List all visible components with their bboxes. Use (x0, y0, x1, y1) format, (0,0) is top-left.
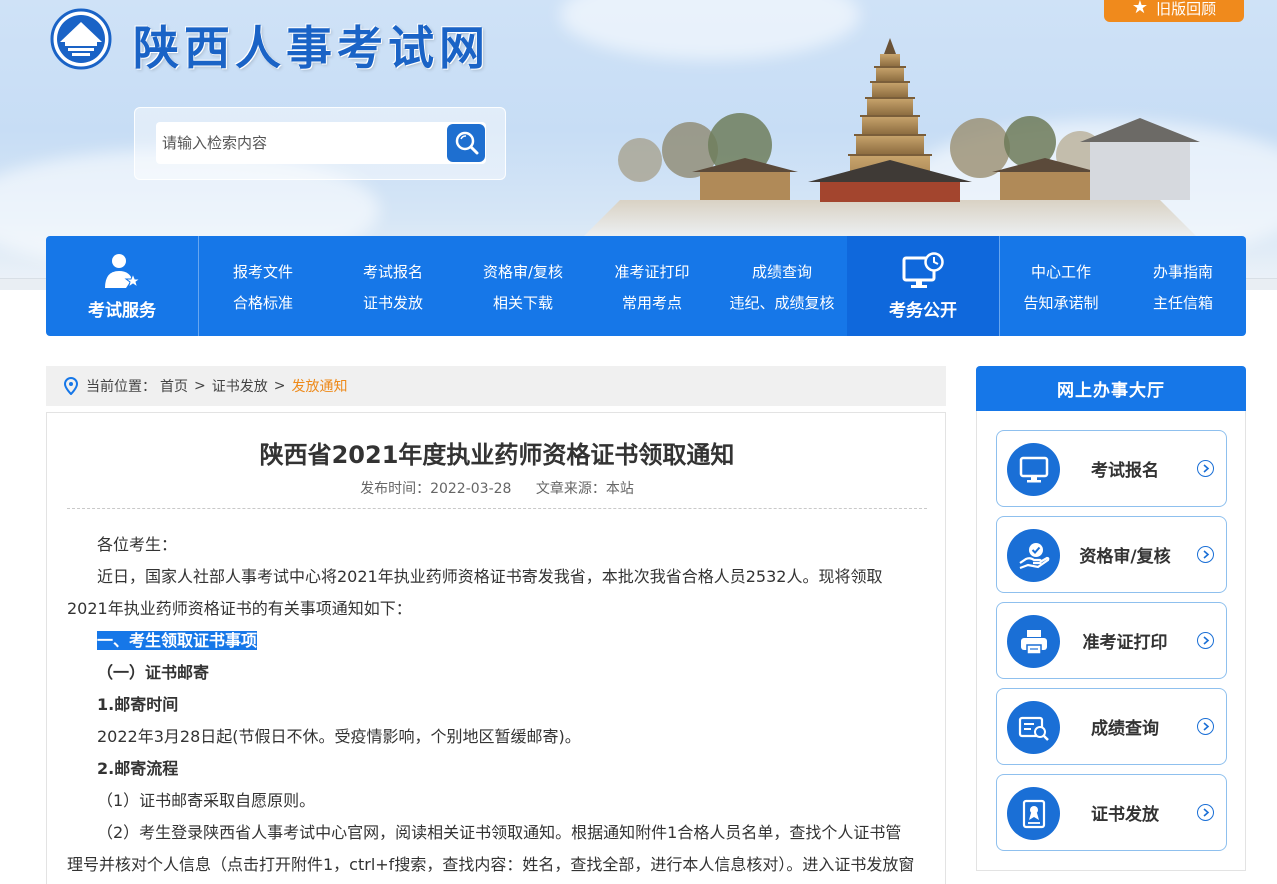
emblem-icon (50, 8, 112, 70)
chevron-right-icon (1197, 546, 1214, 563)
monitor-icon (1007, 443, 1060, 496)
breadcrumb-current[interactable]: 发放通知 (291, 376, 347, 396)
nav-link-violation-review[interactable]: 违纪、成绩复核 (729, 292, 834, 313)
sidebar-item-qualification-review[interactable]: 资格审/复核 (996, 516, 1227, 593)
breadcrumb-separator: > (194, 378, 206, 394)
chevron-right-icon (1197, 718, 1214, 735)
nav-link-score-query[interactable]: 成绩查询 (752, 261, 812, 282)
search-icon (455, 131, 479, 155)
sidebar-item-label: 成绩查询 (1091, 719, 1159, 739)
article-title: 陕西省2021年度执业药师资格证书领取通知 (259, 441, 735, 469)
article-subheading: 2.邮寄流程 (97, 759, 179, 778)
nav-link-exam-registration[interactable]: 考试报名 (363, 261, 423, 282)
breadcrumb: 当前位置： 首页 > 证书发放 > 发放通知 (46, 366, 946, 406)
nav-exam-public[interactable]: 考务公开 (847, 236, 999, 336)
nav-divider (999, 236, 1000, 336)
article-paragraph: 近日，国家人社部人事考试中心将2021年执业药师资格证书寄发我省，本批次我省合格… (67, 567, 883, 618)
nav-link-service-guide[interactable]: 办事指南 (1153, 261, 1213, 282)
main-nav: 考试服务 报考文件 考试报名 资格审/复核 准考证打印 成绩查询 合格标准 证书… (46, 236, 1246, 336)
article-divider (67, 508, 927, 509)
article-body: 各位考生： 近日，国家人社部人事考试中心将2021年执业药师资格证书寄发我省，本… (67, 529, 915, 881)
old-version-label: 旧版回顾 (1156, 0, 1217, 18)
article-paragraph: 2022年3月28日起(节假日不休。受疫情影响，个别地区暂缓邮寄)。 (97, 727, 581, 746)
article-meta: 发布时间：2022-03-28 文章来源：本站 (47, 478, 947, 498)
certificate-icon (1007, 787, 1060, 840)
breadcrumb-home[interactable]: 首页 (160, 376, 188, 396)
selected-heading: 一、考生领取证书事项 (97, 631, 258, 650)
printer-icon (1007, 615, 1060, 668)
article-paragraph: （2）考生登录陕西省人事考试中心官网，阅读相关证书领取通知。根据通知附件1合格人… (67, 823, 915, 874)
article-panel: 陕西省2021年度执业药师资格证书领取通知 发布时间：2022-03-28 文章… (46, 412, 946, 884)
sidebar-item-label: 证书发放 (1091, 805, 1159, 825)
nav-exam-public-label: 考务公开 (889, 300, 957, 321)
location-pin-icon (64, 377, 78, 395)
article-paragraph: 各位考生： (97, 535, 178, 554)
article-source: 文章来源：本站 (535, 481, 634, 497)
nav-divider (198, 236, 199, 336)
sidebar-item-admission-print[interactable]: 准考证打印 (996, 602, 1227, 679)
chevron-right-icon (1197, 632, 1214, 649)
nav-link-registration-docs[interactable]: 报考文件 (233, 261, 293, 282)
nav-exam-service-label: 考试服务 (88, 300, 156, 321)
chevron-right-icon (1197, 804, 1214, 821)
search-doc-icon (1007, 701, 1060, 754)
search-button[interactable] (447, 124, 485, 162)
sidebar-item-score-query[interactable]: 成绩查询 (996, 688, 1227, 765)
nav-link-admission-print[interactable]: 准考证打印 (614, 261, 689, 282)
nav-link-commitment[interactable]: 告知承诺制 (1023, 292, 1098, 313)
old-version-button[interactable]: ★ 旧版回顾 (1104, 0, 1244, 22)
article-heading: 一、考生领取证书事项 (67, 625, 915, 657)
monitor-clock-icon (902, 251, 944, 288)
nav-link-qualification-review[interactable]: 资格审/复核 (483, 261, 563, 282)
search-input[interactable] (156, 122, 486, 164)
sidebar-item-label: 资格审/复核 (1079, 547, 1171, 567)
star-icon: ★ (1131, 0, 1149, 18)
nav-link-center-work[interactable]: 中心工作 (1031, 261, 1091, 282)
breadcrumb-section[interactable]: 证书发放 (212, 376, 268, 396)
article-paragraph: （1）证书邮寄采取自愿原则。 (97, 791, 316, 810)
hand-check-icon (1007, 529, 1060, 582)
article-publish-time: 发布时间：2022-03-28 (360, 481, 512, 497)
nav-link-director-mailbox[interactable]: 主任信箱 (1153, 292, 1213, 313)
nav-exam-service[interactable]: 考试服务 (46, 236, 198, 336)
nav-link-pass-standard[interactable]: 合格标准 (233, 292, 293, 313)
sidebar-item-exam-registration[interactable]: 考试报名 (996, 430, 1227, 507)
breadcrumb-prefix: 当前位置： (86, 379, 156, 395)
article-subheading: 1.邮寄时间 (97, 695, 179, 714)
site-title: 陕西人事考试网 (133, 21, 490, 75)
sidebar-title: 网上办事大厅 (976, 366, 1246, 411)
site-logo[interactable] (46, 8, 116, 70)
pagoda-illustration (580, 38, 1200, 240)
chevron-right-icon (1197, 460, 1214, 477)
user-star-icon (105, 253, 142, 288)
article-subheading: （一）证书邮寄 (97, 663, 210, 682)
breadcrumb-separator: > (273, 378, 286, 394)
nav-link-downloads[interactable]: 相关下载 (493, 292, 553, 313)
sidebar-item-certificate-issue[interactable]: 证书发放 (996, 774, 1227, 851)
sidebar-item-label: 准考证打印 (1082, 633, 1168, 653)
nav-link-exam-sites[interactable]: 常用考点 (622, 292, 682, 313)
nav-link-certificate-issue[interactable]: 证书发放 (363, 292, 423, 313)
sidebar-item-label: 考试报名 (1091, 461, 1159, 481)
